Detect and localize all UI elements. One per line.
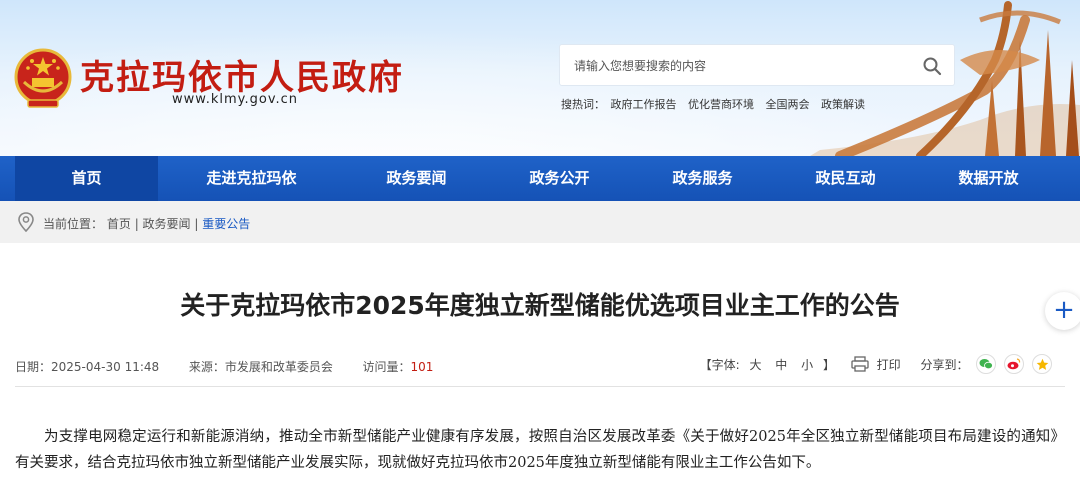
font-size-label-open: 【字体:: [699, 357, 740, 372]
wechat-share-icon[interactable]: [976, 354, 997, 374]
site-header: 克拉玛依市人民政府 www.klmy.gov.cn 搜热词： 政府工作报告 优化…: [0, 0, 1080, 156]
font-medium-button[interactable]: 中: [775, 356, 787, 373]
date-label: 日期：: [15, 360, 52, 374]
nav-item-disclosure[interactable]: 政务公开: [488, 156, 631, 201]
font-size-label-close: 】: [822, 357, 835, 372]
nav-item-open-data[interactable]: 数据开放: [917, 156, 1060, 201]
site-url: www.klmy.gov.cn: [172, 92, 299, 107]
breadcrumb-current[interactable]: 重要公告: [202, 217, 250, 231]
article-title: 关于克拉玛依市2025年度独立新型储能优选项目业主工作的公告: [180, 291, 900, 320]
article-meta: 日期：2025-04-30 11:48 来源：市发展和改革委员会 访问量：101: [15, 358, 433, 375]
hot-words-label: 搜热词：: [561, 98, 605, 111]
divider: [15, 386, 1065, 387]
nav-item-news[interactable]: 政务要闻: [345, 156, 488, 201]
breadcrumb-link-news[interactable]: 政务要闻: [143, 217, 191, 231]
printer-icon[interactable]: [851, 356, 869, 372]
weibo-share-icon[interactable]: [1004, 354, 1025, 374]
font-large-button[interactable]: 大: [749, 356, 761, 373]
hot-word-link[interactable]: 优化营商环境: [688, 98, 754, 111]
main-nav: 首页 走进克拉玛依 政务要闻 政务公开 政务服务 政民互动 数据开放: [0, 156, 1080, 201]
monument-illustration: [810, 1, 1080, 156]
breadcrumb-label: 当前位置：: [43, 217, 104, 231]
qzone-share-icon[interactable]: [1032, 354, 1052, 374]
nav-item-services[interactable]: 政务服务: [631, 156, 774, 201]
nav-item-home[interactable]: 首页: [15, 156, 158, 201]
breadcrumb-link-home[interactable]: 首页: [107, 217, 131, 231]
source-label: 来源：: [188, 360, 225, 374]
national-emblem-icon: [14, 48, 72, 108]
location-pin-icon: [18, 212, 34, 233]
view-count: 101: [410, 360, 434, 374]
nav-item-interaction[interactable]: 政民互动: [774, 156, 917, 201]
publish-date: 2025-04-30 11:48: [51, 360, 160, 374]
floating-add-button[interactable]: +: [1045, 292, 1080, 330]
article-source: 市发展和改革委员会: [224, 360, 333, 374]
views-label: 访问量：: [362, 360, 411, 374]
breadcrumb-text: 当前位置： 首页 | 政务要闻 | 重要公告: [43, 215, 250, 232]
nav-item-about[interactable]: 走进克拉玛依: [180, 156, 323, 201]
print-button[interactable]: 打印: [877, 356, 901, 373]
hot-word-link[interactable]: 政府工作报告: [611, 98, 677, 111]
article-body: 为支撑电网稳定运行和新能源消纳，推动全市新型储能产业健康有序发展，按照自治区发展…: [15, 429, 1065, 471]
font-small-button[interactable]: 小: [801, 356, 813, 373]
article-tools: 【字体: 大 中 小 】 打印 分享到：: [700, 354, 1052, 376]
share-label: 分享到：: [920, 357, 969, 372]
breadcrumb: 当前位置： 首页 | 政务要闻 | 重要公告: [0, 201, 1080, 243]
breadcrumb-separator: |: [134, 217, 143, 231]
